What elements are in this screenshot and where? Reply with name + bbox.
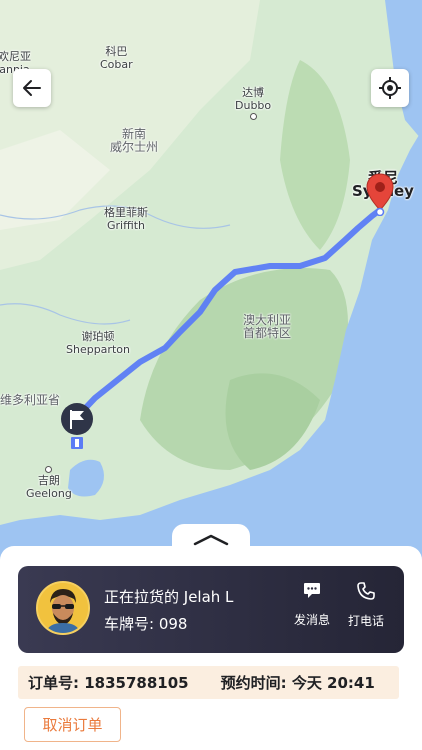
- driver-avatar-icon: [38, 583, 88, 633]
- back-button[interactable]: [13, 69, 51, 107]
- cancel-order-button[interactable]: 取消订单: [24, 707, 121, 742]
- origin-flag-icon[interactable]: [58, 401, 96, 451]
- driver-status: 正在拉货的 Jelah L: [104, 588, 234, 606]
- map-label-victoria: 维多利亚省: [0, 393, 61, 407]
- call-label: 打电话: [347, 614, 384, 628]
- arrow-left-icon: [23, 80, 41, 96]
- chevron-up-icon: [193, 534, 229, 546]
- map-label-nsw: 新南 威尔士州: [110, 127, 159, 154]
- avatar[interactable]: [36, 581, 90, 635]
- crosshair-locate-icon: [379, 77, 401, 99]
- send-message-label: 发消息: [293, 613, 330, 627]
- order-info-bar: 订单号: 1835788105 预约时间: 今天 20:41: [18, 666, 399, 699]
- order-number: 订单号: 1835788105: [28, 674, 189, 692]
- destination-pin-icon[interactable]: [365, 172, 395, 216]
- locate-button[interactable]: [371, 69, 409, 107]
- map-label-griffith: 格里菲斯 Griffith: [104, 206, 148, 232]
- driver-card: 正在拉货的 Jelah L 车牌号: 098 发消息 打电话: [18, 566, 404, 653]
- map-label-act: 澳大利亚 首都特区: [243, 313, 292, 340]
- map-label-shepparton: 谢珀顿 Shepparton: [66, 330, 130, 356]
- send-message-button[interactable]: 发消息: [287, 582, 337, 628]
- phone-icon: [357, 582, 375, 600]
- map-label-geelong: 吉朗 Geelong: [26, 465, 72, 500]
- plate-number: 车牌号: 098: [104, 615, 188, 633]
- call-button[interactable]: 打电话: [341, 582, 391, 629]
- chat-bubble-icon: [304, 583, 320, 598]
- map-label-dubbo: 达博 Dubbo: [235, 86, 271, 121]
- map-label-cobar: 科巴 Cobar: [100, 45, 133, 71]
- map-view[interactable]: 欢尼亚annia 科巴Cobar 达博Dubbo 新南威尔士州 格里菲斯Grif…: [0, 0, 422, 560]
- appointment-time: 预约时间: 今天 20:41: [220, 674, 375, 692]
